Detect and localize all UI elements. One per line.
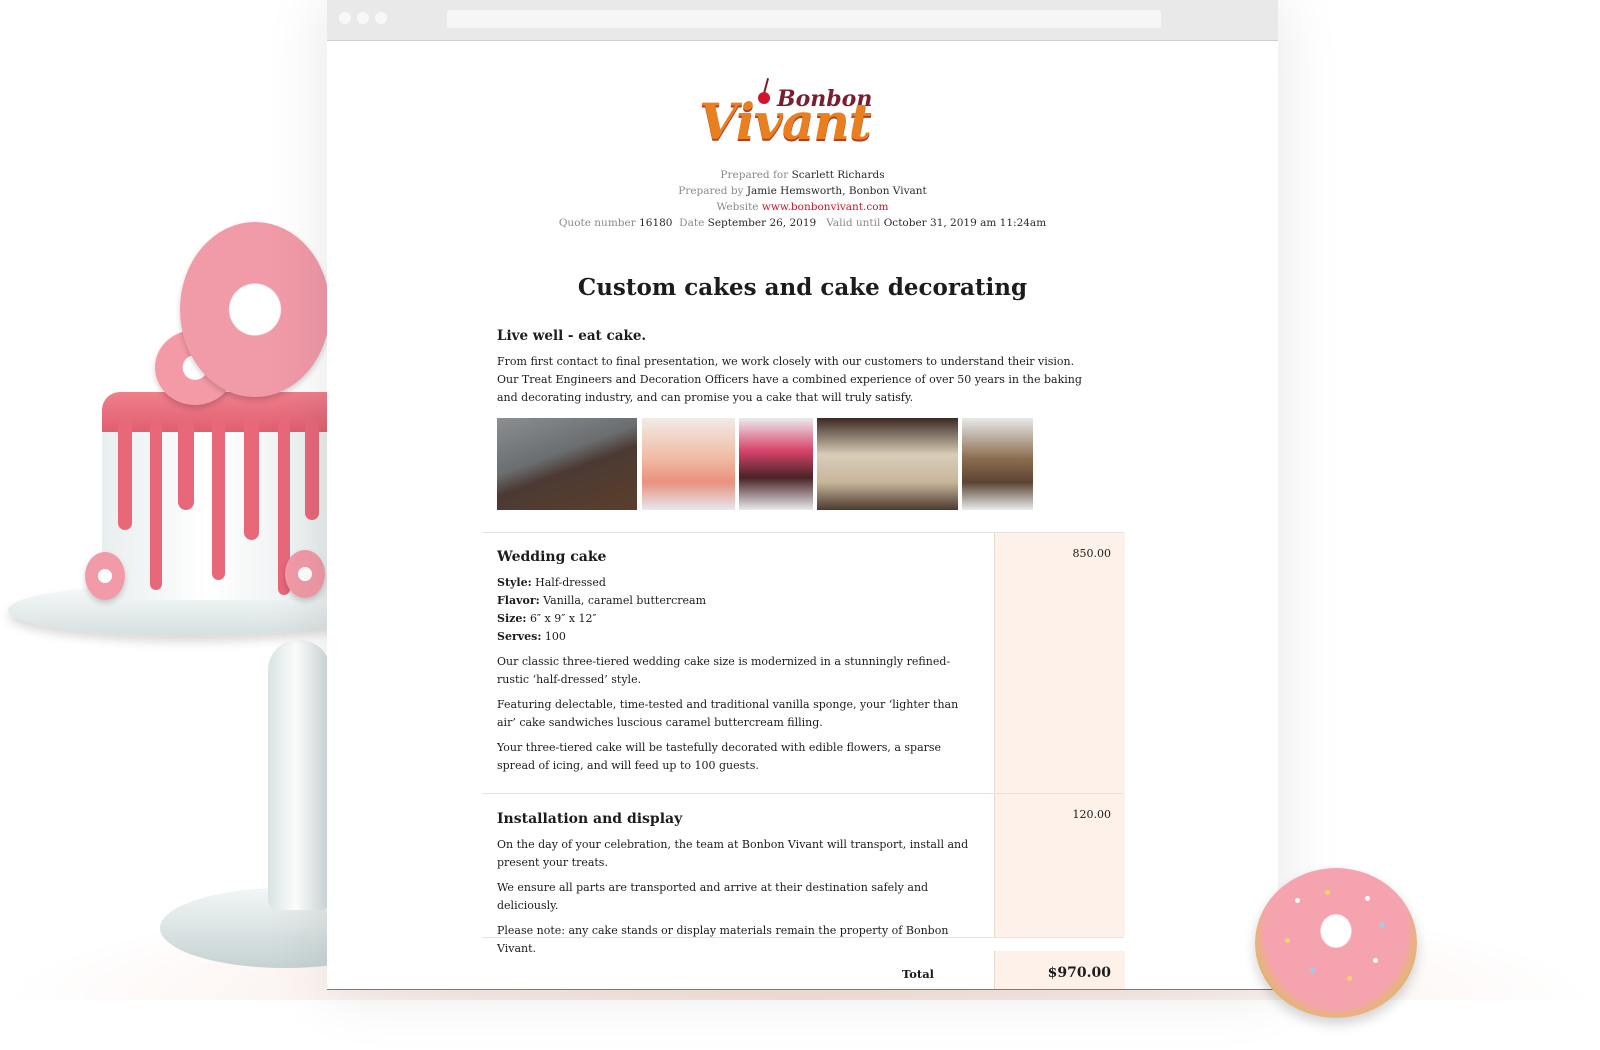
cake-stand-stem-decoration bbox=[268, 640, 330, 910]
window-maximize-dot[interactable] bbox=[375, 12, 387, 24]
window-bottom-edge bbox=[327, 989, 1278, 990]
prepared-for-value: Scarlett Richards bbox=[791, 169, 885, 181]
cake-icing-decoration bbox=[102, 392, 362, 432]
layered-cake-photo[interactable] bbox=[962, 418, 1033, 510]
prepared-for-line: Prepared for Scarlett Richards bbox=[327, 167, 1278, 183]
prepared-for-label: Prepared for bbox=[720, 169, 789, 181]
item-description: Featuring delectable, time-tested and tr… bbox=[497, 698, 959, 729]
total-value: $970.00 bbox=[1047, 965, 1111, 981]
flower-chocolate-cake-photo[interactable] bbox=[739, 418, 813, 510]
donut-decoration bbox=[1255, 868, 1417, 1018]
intro-paragraph: From first contact to final presentation… bbox=[497, 355, 1082, 404]
spec-size: Size: 6″ x 9″ x 12″ bbox=[497, 612, 597, 625]
table-divider bbox=[482, 937, 1124, 938]
chocolate-cake-photo[interactable] bbox=[497, 418, 637, 510]
peach-drip-cake-photo[interactable] bbox=[642, 418, 735, 510]
total-cell: $970.00 bbox=[994, 951, 1125, 990]
date-value: September 26, 2019 bbox=[707, 217, 817, 229]
quote-number-label: Quote number bbox=[558, 217, 636, 229]
item-description: Your three-tiered cake will be tastefull… bbox=[497, 741, 942, 772]
document-title: Custom cakes and cake decorating bbox=[577, 274, 1028, 301]
prepared-by-label: Prepared by bbox=[678, 185, 744, 197]
browser-window: Bonbon Vivant Prepared for Scarlett Rich… bbox=[327, 0, 1278, 990]
valid-until-value: October 31, 2019 am 11:24am bbox=[883, 217, 1047, 229]
window-minimize-dot[interactable] bbox=[357, 12, 369, 24]
window-close-dot[interactable] bbox=[339, 12, 351, 24]
wedding-cake-price: 850.00 bbox=[1072, 547, 1112, 560]
quote-number-value: 16180 bbox=[639, 217, 673, 229]
icing-drip-decoration bbox=[305, 420, 319, 520]
icing-drip-decoration bbox=[212, 420, 225, 580]
intro-heading: Live well - eat cake. bbox=[497, 328, 647, 344]
quote-info-line: Quote number 16180 Date September 26, 20… bbox=[327, 215, 1278, 231]
website-link[interactable]: www.bonbonvivant.com bbox=[762, 201, 889, 213]
prepared-by-line: Prepared by Jamie Hemsworth, Bonbon Viva… bbox=[327, 183, 1278, 199]
donut-decoration bbox=[85, 552, 125, 600]
window-titlebar bbox=[327, 0, 1278, 41]
naked-wedding-cake-photo[interactable] bbox=[817, 418, 958, 510]
item-title: Installation and display bbox=[497, 811, 683, 827]
total-label: Total bbox=[902, 967, 935, 981]
item-description: Please note: any cake stands or display … bbox=[497, 924, 949, 955]
item-description: We ensure all parts are transported and … bbox=[497, 881, 929, 912]
price-cell: 120.00 bbox=[994, 794, 1125, 937]
valid-until-label: Valid until bbox=[826, 217, 881, 229]
spec-serves: Serves: 100 bbox=[497, 630, 566, 643]
spec-style: Style: Half-dressed bbox=[497, 576, 606, 589]
item-description: On the day of your celebration, the team… bbox=[497, 838, 969, 869]
icing-drip-decoration bbox=[150, 420, 162, 590]
intro-section: Live well - eat cake. From first contact… bbox=[497, 327, 1087, 414]
website-line: Website www.bonbonvivant.com bbox=[327, 199, 1278, 215]
logo-wordmark-main: Vivant bbox=[699, 92, 872, 151]
item-description: Our classic three-tiered wedding cake si… bbox=[497, 655, 951, 686]
address-bar[interactable] bbox=[447, 10, 1161, 28]
donut-decoration bbox=[285, 550, 325, 598]
price-cell: 850.00 bbox=[994, 533, 1125, 793]
icing-drip-decoration bbox=[118, 420, 132, 530]
prepared-by-value: Jamie Hemsworth, Bonbon Vivant bbox=[746, 185, 927, 197]
item-title: Wedding cake bbox=[497, 549, 607, 565]
icing-drip-decoration bbox=[178, 420, 194, 510]
date-label: Date bbox=[679, 217, 705, 229]
icing-drip-decoration bbox=[244, 420, 259, 540]
line-item-installation: Installation and display On the day of y… bbox=[497, 810, 977, 965]
spec-flavor: Flavor: Vanilla, caramel buttercream bbox=[497, 594, 707, 607]
donut-decoration bbox=[180, 222, 330, 397]
installation-price: 120.00 bbox=[1072, 808, 1112, 821]
line-item-wedding-cake: Wedding cake Style: Half-dressed Flavor:… bbox=[497, 548, 977, 782]
website-label: Website bbox=[716, 201, 759, 213]
